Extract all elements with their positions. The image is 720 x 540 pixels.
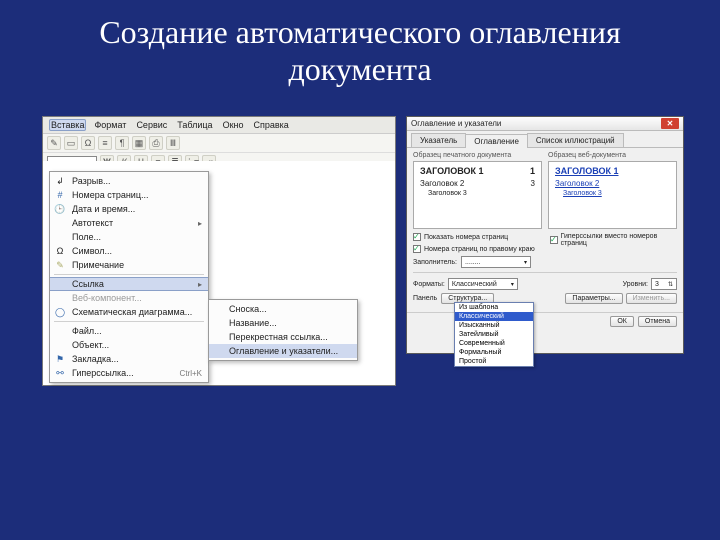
menu-insert[interactable]: Вставка [49, 119, 86, 131]
menu-item-object[interactable]: Объект... [50, 338, 208, 352]
close-button[interactable]: ✕ [661, 118, 679, 129]
preview-print-label: Образец печатного документа [413, 152, 542, 159]
comment-icon: ✎ [54, 259, 66, 271]
chevron-right-icon: ▸ [198, 219, 202, 228]
insert-menu-dropdown: ↲Разрыв... #Номера страниц... 🕒Дата и вр… [49, 171, 209, 383]
cancel-button[interactable]: Отмена [638, 316, 677, 327]
menu-item-break[interactable]: ↲Разрыв... [50, 174, 208, 188]
submenu-toc-index[interactable]: Оглавление и указатели... [209, 344, 357, 358]
menu-separator [54, 274, 204, 275]
checkbox-icon [550, 236, 558, 244]
menu-item-autotext[interactable]: Автотекст▸ [50, 216, 208, 230]
link-icon: ⚯ [54, 367, 66, 379]
preview-print: ЗАГОЛОВОК 11 Заголовок 23 Заголовок 3 [413, 161, 542, 229]
format-option[interactable]: Затейливый [455, 330, 533, 339]
menu-item-symbol[interactable]: ΩСимвол... [50, 244, 208, 258]
dialog-tabs: Указатель Оглавление Список иллюстраций [407, 131, 683, 148]
clock-icon: 🕒 [54, 203, 66, 215]
document-area: ↲Разрыв... #Номера страниц... 🕒Дата и вр… [43, 161, 395, 385]
submenu-footnote[interactable]: Сноска... [209, 302, 357, 316]
dialog-titlebar: Оглавление и указатели ✕ [407, 117, 683, 131]
break-icon: ↲ [54, 175, 66, 187]
tb-icon[interactable]: ≡ [98, 136, 112, 150]
chk-hyperlinks[interactable]: Гиперссылки вместо номеров страниц [550, 233, 677, 247]
tb-icon[interactable]: Ⅲ [166, 136, 180, 150]
format-option[interactable]: Простой [455, 357, 533, 366]
menu-item-reference[interactable]: Ссылка▸ [50, 277, 208, 291]
tab-figures[interactable]: Список иллюстраций [527, 133, 624, 147]
preview-web-label: Образец веб-документа [548, 152, 677, 159]
format-option[interactable]: Классический [455, 312, 533, 321]
format-option[interactable]: Формальный [455, 348, 533, 357]
toc-dialog: Оглавление и указатели ✕ Указатель Оглав… [406, 116, 684, 354]
reference-submenu: Сноска... Название... Перекрестная ссылк… [208, 299, 358, 361]
panel-label: Панель [413, 295, 437, 302]
checkbox-icon [413, 233, 421, 241]
menu-item-field[interactable]: Поле... [50, 230, 208, 244]
dialog-footer: ОК Отмена [407, 312, 683, 330]
chevron-down-icon: ▾ [524, 259, 527, 266]
tab-index[interactable]: Указатель [411, 133, 466, 147]
ok-button[interactable]: ОК [610, 316, 634, 327]
checkbox-icon [413, 245, 421, 253]
slide-title: Создание автоматического оглавления доку… [0, 0, 720, 96]
tb-icon[interactable]: Ω [81, 136, 95, 150]
format-option[interactable]: Изысканный [455, 321, 533, 330]
menu-item-date-time[interactable]: 🕒Дата и время... [50, 202, 208, 216]
params-button[interactable]: Параметры... [565, 293, 622, 304]
toolbar-standard: ✎ ▭ Ω ≡ ¶ ▦ ⎙ Ⅲ [43, 134, 395, 153]
modify-button[interactable]: Изменить... [626, 293, 677, 304]
submenu-caption[interactable]: Название... [209, 316, 357, 330]
chk-show-page-numbers[interactable]: Показать номера страниц [413, 233, 540, 241]
omega-icon: Ω [54, 245, 66, 257]
menu-service[interactable]: Сервис [134, 119, 169, 131]
word-window: Вставка Формат Сервис Таблица Окно Справ… [42, 116, 396, 386]
dialog-title: Оглавление и указатели [411, 119, 501, 128]
menu-item-diagram[interactable]: ◯Схематическая диаграмма... [50, 305, 208, 319]
format-label: Форматы: [413, 281, 445, 288]
dialog-body: Образец печатного документа ЗАГОЛОВОК 11… [407, 148, 683, 308]
format-option[interactable]: Из шаблона [455, 303, 533, 312]
menubar[interactable]: Вставка Формат Сервис Таблица Окно Справ… [43, 117, 395, 134]
tb-icon[interactable]: ▦ [132, 136, 146, 150]
chevron-down-icon: ▾ [511, 281, 514, 288]
diagram-icon: ◯ [54, 306, 66, 318]
menu-window[interactable]: Окно [221, 119, 246, 131]
page-number-icon: # [54, 189, 66, 201]
menu-separator [54, 321, 204, 322]
format-option[interactable]: Современный [455, 339, 533, 348]
fill-label: Заполнитель: [413, 259, 457, 266]
format-dropdown-list[interactable]: Из шаблона Классический Изысканный Затей… [454, 302, 534, 367]
menu-item-page-numbers[interactable]: #Номера страниц... [50, 188, 208, 202]
chevron-right-icon: ▸ [198, 280, 202, 289]
levels-label: Уровни: [623, 281, 648, 288]
levels-spinner[interactable]: 3⇅ [651, 278, 677, 290]
menu-item-bookmark[interactable]: ⚑Закладка... [50, 352, 208, 366]
menu-item-file[interactable]: Файл... [50, 324, 208, 338]
menu-help[interactable]: Справка [251, 119, 290, 131]
menu-format[interactable]: Формат [92, 119, 128, 131]
tb-icon[interactable]: ⎙ [149, 136, 163, 150]
menu-item-comment[interactable]: ✎Примечание [50, 258, 208, 272]
preview-web: ЗАГОЛОВОК 1 Заголовок 2 Заголовок 3 [548, 161, 677, 229]
menu-item-hyperlink[interactable]: ⚯Гиперссылка...Ctrl+K [50, 366, 208, 380]
spinner-icon: ⇅ [668, 281, 673, 288]
menu-item-web-component[interactable]: Веб-компонент... [50, 291, 208, 305]
format-select[interactable]: Классический▾ [448, 278, 518, 290]
tab-toc[interactable]: Оглавление [465, 134, 528, 148]
chk-right-align[interactable]: Номера страниц по правому краю [413, 245, 540, 253]
fill-select[interactable]: ........▾ [461, 256, 531, 268]
menu-table[interactable]: Таблица [175, 119, 214, 131]
tb-icon[interactable]: ▭ [64, 136, 78, 150]
submenu-cross-ref[interactable]: Перекрестная ссылка... [209, 330, 357, 344]
tb-icon[interactable]: ✎ [47, 136, 61, 150]
bookmark-icon: ⚑ [54, 353, 66, 365]
tb-icon[interactable]: ¶ [115, 136, 129, 150]
